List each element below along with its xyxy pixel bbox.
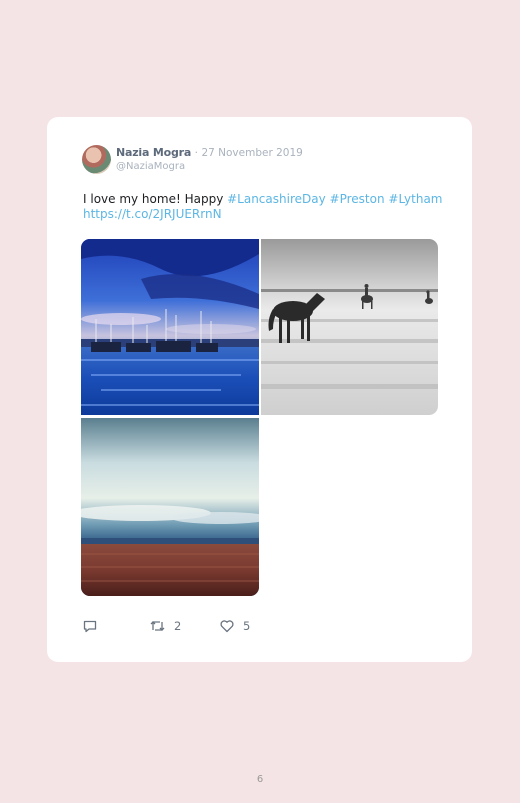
author-name[interactable]: Nazia Mogra <box>116 146 191 159</box>
horses-beach-photo[interactable] <box>261 239 438 415</box>
tweet-url[interactable]: https://t.co/2JRJUERrnN <box>83 207 453 222</box>
avatar[interactable] <box>82 145 111 174</box>
tweet-author-line: Nazia Mogra · 27 November 2019 <box>116 146 303 160</box>
reply-button[interactable] <box>82 617 98 635</box>
tweet-text-prefix: I love my home! Happy <box>83 192 228 206</box>
tweet-date[interactable]: 27 November 2019 <box>201 147 302 159</box>
retweet-count: 2 <box>174 619 182 633</box>
marina-photo[interactable] <box>81 239 259 415</box>
page-number: 6 <box>256 774 264 785</box>
hashtag-preston[interactable]: #Preston <box>330 192 385 206</box>
tweet-card: Nazia Mogra · 27 November 2019 @NaziaMog… <box>47 117 472 662</box>
separator: · <box>194 147 198 159</box>
retweet-icon <box>149 618 166 634</box>
hashtag-lytham[interactable]: #Lytham <box>388 192 442 206</box>
like-count: 5 <box>243 619 251 633</box>
author-handle[interactable]: @NaziaMogra <box>116 160 185 173</box>
beach-sky-photo[interactable] <box>81 418 259 596</box>
media-grid <box>81 239 438 596</box>
like-button[interactable]: 5 <box>219 617 250 635</box>
hashtag-lancashireday[interactable]: #LancashireDay <box>227 192 326 206</box>
reply-icon <box>82 618 98 634</box>
tweet-actions: 2 5 <box>82 617 382 635</box>
tweet-text: I love my home! Happy #LancashireDay #Pr… <box>83 192 453 222</box>
retweet-button[interactable]: 2 <box>149 617 181 635</box>
heart-icon <box>219 618 235 634</box>
